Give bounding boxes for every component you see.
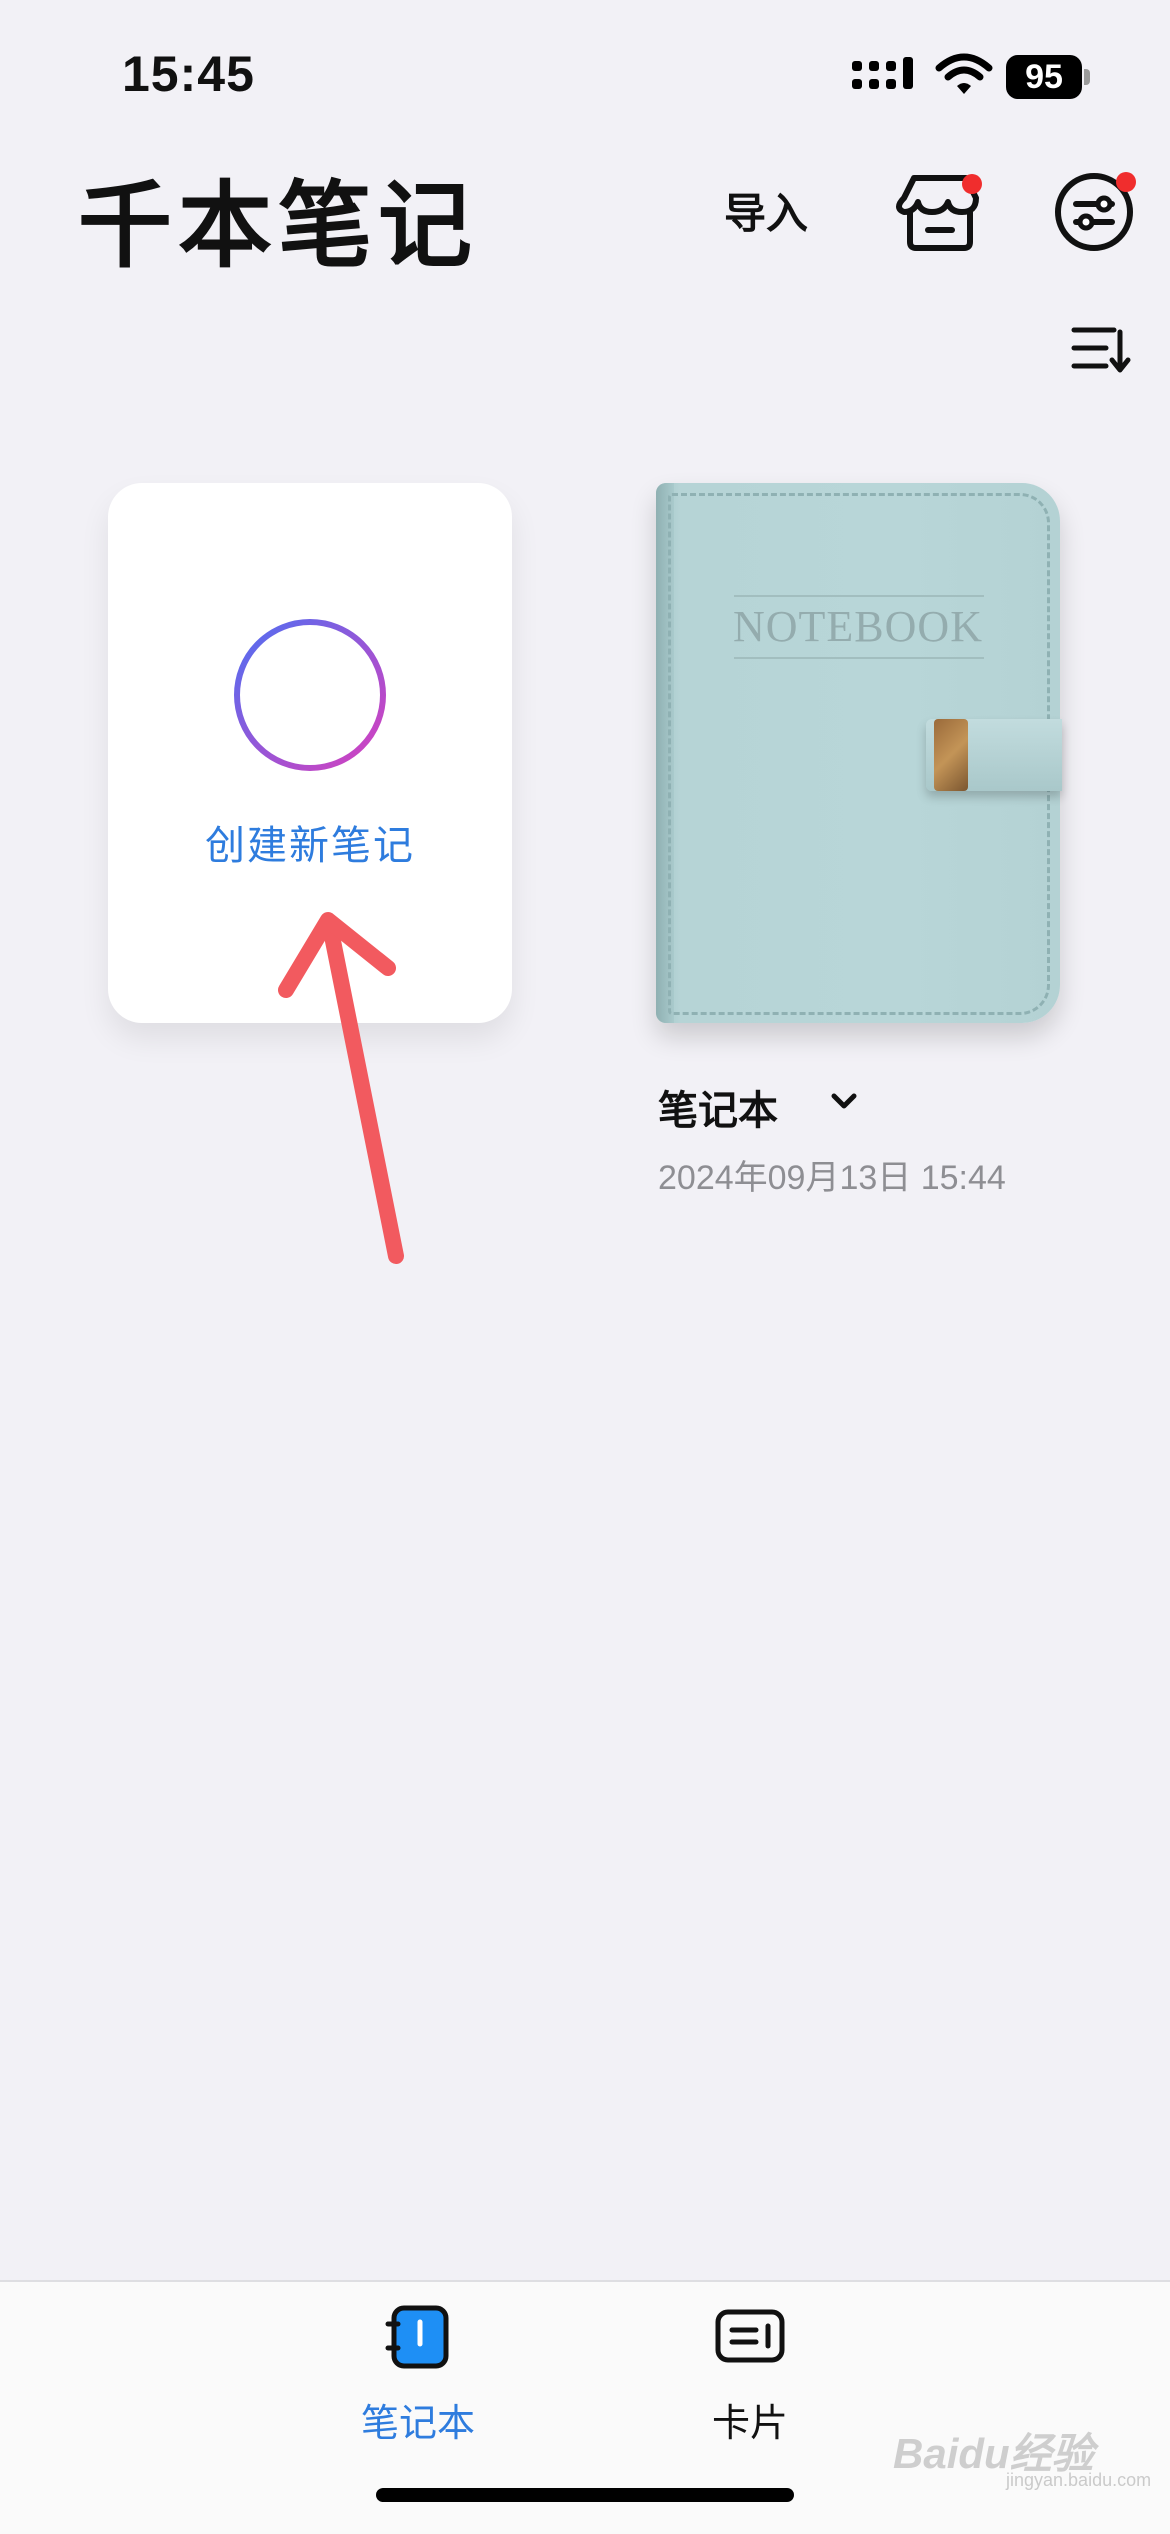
battery-tip (1084, 69, 1090, 85)
status-time: 15:45 (122, 46, 255, 102)
notification-badge (1116, 172, 1136, 192)
cover-rule-bottom (734, 657, 984, 659)
page-title: 千本笔记 (78, 172, 479, 281)
notebook-cover-title: NOTEBOOK (733, 602, 983, 651)
notebook-name[interactable]: 笔记本 (658, 1078, 778, 1136)
tab-notebook-label: 笔记本 (360, 2401, 475, 2445)
tab-card[interactable]: 卡片 (650, 2304, 850, 2445)
notebook-icon (385, 2305, 449, 2369)
notification-badge (962, 174, 982, 194)
chevron-down-icon[interactable] (828, 1090, 860, 1114)
notebook-cover[interactable]: NOTEBOOK (656, 483, 1062, 1023)
sort-icon[interactable] (1068, 318, 1132, 378)
store-button[interactable] (892, 168, 988, 254)
annotation-arrow (278, 912, 404, 1264)
cover-rule-top (734, 595, 984, 597)
settings-button[interactable] (1052, 168, 1138, 254)
tab-notebook[interactable]: 笔记本 (318, 2304, 518, 2445)
create-note-label: 创建新笔记 (205, 823, 415, 869)
watermark-url: jingyan.baidu.com (1006, 2470, 1152, 2490)
notebook-date: 2024年09月13日 15:44 (658, 1159, 1006, 1197)
home-indicator[interactable] (376, 2488, 794, 2502)
wifi-icon (935, 53, 993, 94)
plus-circle-icon (234, 619, 386, 771)
card-icon (715, 2309, 785, 2363)
import-button[interactable]: 导入 (724, 180, 808, 241)
tab-card-label: 卡片 (711, 2401, 788, 2445)
cellular-signal-icon (852, 57, 913, 89)
battery-icon: 95 (1006, 55, 1090, 99)
battery-level: 95 (1006, 55, 1082, 99)
notebook-clasp (934, 719, 968, 791)
